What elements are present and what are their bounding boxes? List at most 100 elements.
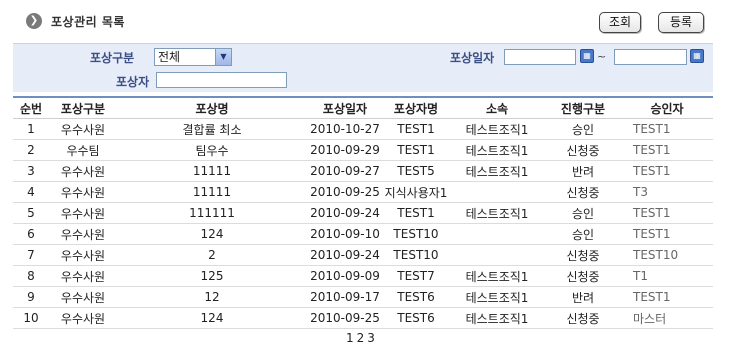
award-name-cell: 125 [117,265,307,287]
chevron-down-icon[interactable]: ▼ [215,49,231,65]
awardee-name-cell: TEST7 [383,265,449,287]
approver-cell: T3 [621,181,713,203]
award-date-to-input[interactable] [614,49,687,65]
award-date-cell: 2010-09-29 [307,139,383,161]
category-cell: 우수사원 [49,202,117,224]
department-cell: 테스트조직1 [449,286,545,308]
column-header-seq: 순번 [13,97,49,119]
awardee-name-cell: 지식사용자1 [383,181,449,203]
awardee-name-cell: TEST6 [383,286,449,308]
department-cell [449,244,545,266]
status-cell: 반려 [545,286,621,308]
award-date-from-input[interactable] [504,49,576,65]
register-button[interactable]: 등록 [658,12,704,33]
award-name-cell: 12 [117,286,307,308]
award-category-selected-value: 전체 [158,50,181,64]
column-header-award-name: 포상명 [117,97,307,119]
approver-cell: TEST10 [621,244,713,266]
award-list-table: 순번 포상구분 포상명 포상일자 포상자명 소속 진행구분 승인자 1 우수사원 결… [13,96,713,329]
approver-cell: TEST1 [621,118,713,140]
award-name-cell: 11111 [117,181,307,203]
seq-cell: 6 [13,223,49,245]
table-row[interactable]: 2 우수팀 팀우수 2010-09-29 TEST1 테스트조직1 신청중 TEST1 [13,139,713,161]
approver-cell: T1 [621,265,713,287]
table-row[interactable]: 5 우수사원 111111 2010-09-24 TEST1 테스트조직1 승인 TEST1 [13,202,713,224]
search-button[interactable]: 조회 [599,12,641,33]
status-cell: 신청중 [545,181,621,203]
award-date-cell: 2010-09-17 [307,286,383,308]
award-date-cell: 2010-09-25 [307,307,383,329]
award-list-body: 1 우수사원 결합률 최소 2010-10-27 TEST1 테스트조직1 승인 TEST1 2… [13,118,713,329]
table-row[interactable]: 7 우수사원 2 2010-09-24 TEST10 신청중 TEST10 [13,244,713,266]
category-cell: 우수사원 [49,160,117,182]
approver-cell: TEST1 [621,286,713,308]
award-date-cell: 2010-09-25 [307,181,383,203]
seq-cell: 10 [13,307,49,329]
category-cell: 우수사원 [49,265,117,287]
award-category-select[interactable]: 전체 ▼ [154,48,232,66]
approver-cell: TEST1 [621,202,713,224]
category-cell: 우수사원 [49,118,117,140]
page-link[interactable]: 3 [367,331,375,345]
award-category-label: 포상구분 [90,51,135,65]
calendar-icon[interactable]: ▦ [580,49,594,63]
award-name-cell: 11111 [117,160,307,182]
category-cell: 우수사원 [49,181,117,203]
department-cell: 테스트조직1 [449,202,545,224]
awardee-name-cell: TEST10 [383,223,449,245]
seq-cell: 3 [13,160,49,182]
seq-cell: 1 [13,118,49,140]
calendar-icon[interactable]: ▦ [690,49,704,63]
table-row[interactable]: 1 우수사원 결합률 최소 2010-10-27 TEST1 테스트조직1 승인 TEST1 [13,118,713,140]
pagination: 123 [346,331,378,345]
awardee-name-cell: TEST5 [383,160,449,182]
award-name-cell: 2 [117,244,307,266]
search-filter-panel: 포상구분 전체 ▼ 포상일자 ▦ ~ ▦ 포상자 [13,43,713,92]
date-range-separator: ~ [597,50,607,63]
category-cell: 우수사원 [49,286,117,308]
status-cell: 승인 [545,202,621,224]
page-link[interactable]: 1 [346,331,354,345]
approver-cell: TEST1 [621,160,713,182]
award-name-cell: 결합률 최소 [117,118,307,140]
table-row[interactable]: 9 우수사원 12 2010-09-17 TEST6 테스트조직1 반려 TEST1 [13,286,713,308]
department-cell: 테스트조직1 [449,307,545,329]
awardee-name-cell: TEST1 [383,118,449,140]
table-row[interactable]: 6 우수사원 124 2010-09-10 TEST10 승인 TEST1 [13,223,713,245]
table-row[interactable]: 8 우수사원 125 2010-09-09 TEST7 테스트조직1 신청중 T1 [13,265,713,287]
status-cell: 신청중 [545,307,621,329]
table-row[interactable]: 3 우수사원 11111 2010-09-27 TEST5 테스트조직1 반려 TEST1 [13,160,713,182]
award-date-cell: 2010-09-10 [307,223,383,245]
seq-cell: 5 [13,202,49,224]
seq-cell: 9 [13,286,49,308]
department-cell: 테스트조직1 [449,139,545,161]
seq-cell: 8 [13,265,49,287]
category-cell: 우수사원 [49,223,117,245]
column-header-approver: 승인자 [621,97,713,119]
seq-cell: 2 [13,139,49,161]
column-header-status: 진행구분 [545,97,621,119]
status-cell: 승인 [545,223,621,245]
table-row[interactable]: 10 우수사원 124 2010-09-25 TEST6 테스트조직1 신청중 마스터 [13,307,713,329]
department-cell: 테스트조직1 [449,118,545,140]
award-name-cell: 111111 [117,202,307,224]
status-cell: 신청중 [545,265,621,287]
column-header-awardee-name: 포상자명 [383,97,449,119]
category-cell: 우수사원 [49,244,117,266]
approver-cell: TEST1 [621,223,713,245]
award-date-cell: 2010-09-09 [307,265,383,287]
award-name-cell: 124 [117,307,307,329]
awardee-input[interactable] [156,72,287,88]
circle-arrow-icon: ❯ [26,13,42,29]
column-header-department: 소속 [449,97,545,119]
award-date-cell: 2010-09-24 [307,202,383,224]
awardee-name-cell: TEST1 [383,202,449,224]
page-title: 포상관리 목록 [51,15,125,29]
seq-cell: 4 [13,181,49,203]
award-name-cell: 124 [117,223,307,245]
awardee-name-cell: TEST6 [383,307,449,329]
page-link[interactable]: 2 [357,331,365,345]
table-row[interactable]: 4 우수사원 11111 2010-09-25 지식사용자1 신청중 T3 [13,181,713,203]
department-cell [449,181,545,203]
approver-cell: TEST1 [621,139,713,161]
